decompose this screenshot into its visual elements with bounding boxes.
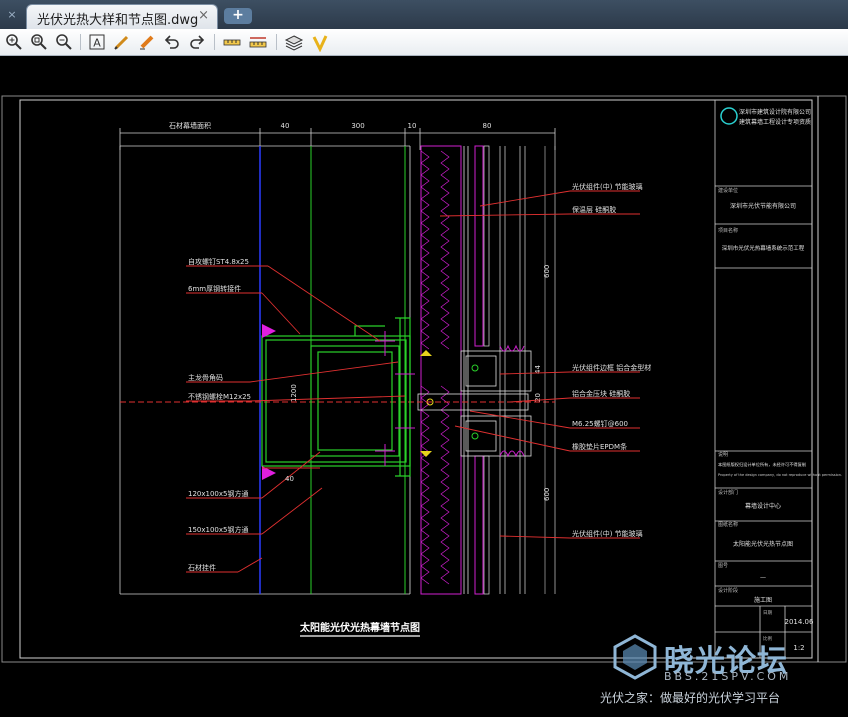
drawing-no: — [760, 574, 766, 581]
dept-label: 设计部门 [718, 489, 738, 496]
label-right: 光伏组件(中) 节能玻璃 [572, 182, 643, 191]
dim-label: 石材幕墙面积 [169, 121, 211, 130]
text-icon[interactable]: A [87, 32, 107, 52]
company-sub: 建筑幕墙工程设计专项资质 [739, 118, 811, 126]
measure-area-icon[interactable] [248, 32, 268, 52]
label-right: 铝合金压块 硅酮胶 [572, 389, 630, 398]
redo-icon[interactable] [187, 32, 207, 52]
label-left: 石材挂件 [188, 563, 216, 572]
dim-label: 10 [408, 122, 417, 130]
dim-label: 600 [543, 488, 551, 501]
tab-menu-icon[interactable]: × [4, 6, 20, 24]
label-left: 120x100x5钢方通 [188, 489, 248, 498]
note-en: Property of the design company, do not r… [718, 473, 842, 477]
tab-title: 光伏光热大样和节点图.dwg [37, 13, 199, 28]
label-left: 150x100x5钢方通 [188, 525, 248, 534]
outer-frame [1, 95, 847, 663]
tab-close-icon[interactable]: × [198, 8, 209, 23]
drawing-name-label: 图纸名称 [718, 521, 738, 528]
undo-icon[interactable] [162, 32, 182, 52]
label-left: 不锈钢螺栓M12x25 [188, 392, 251, 401]
toolbar-separator [80, 34, 81, 50]
measure-icon[interactable] [222, 32, 242, 52]
zoom-extents-icon[interactable] [4, 32, 24, 52]
highlighter-icon[interactable] [137, 32, 157, 52]
project-label: 项目名称 [718, 227, 738, 234]
drawing-title: 太阳能光伏光热幕墙节点图 [299, 621, 420, 634]
tab-bar: × 光伏光热大样和节点图.dwg × + [0, 0, 848, 29]
project: 深圳市光伏光热幕墙系统示范工程 [722, 244, 805, 252]
note: 本图纸版权归设计单位所有，未经许可不得复制 [718, 461, 806, 468]
label-right: 光伏组件边框 铝合金型材 [572, 363, 651, 372]
label-left: 主龙骨角码 [188, 373, 223, 382]
label-right: 橡胶垫片EPDM条 [572, 442, 627, 451]
layers-icon[interactable] [284, 32, 304, 52]
client-label: 建设单位 [718, 187, 738, 194]
date-label: 日期 [763, 610, 772, 616]
dim-label: 1200 [290, 384, 298, 402]
checkmark-icon[interactable] [310, 32, 330, 52]
zoom-window-icon[interactable] [29, 32, 49, 52]
client: 深圳市光伏节能有限公司 [730, 202, 796, 210]
dim-label: 40 [281, 122, 290, 130]
stage: 施工图 [754, 596, 772, 604]
label-right: M6.25螺钉@600 [572, 419, 628, 428]
label-left: 6mm厚钢转接件 [188, 284, 241, 293]
dim-label: 600 [543, 265, 551, 278]
drawing-name: 太阳能光伏光热节点图 [733, 540, 793, 548]
date: 2014.06 [785, 618, 814, 626]
toolbar: A [0, 29, 848, 56]
label-right: 光伏组件(中) 节能玻璃 [572, 529, 643, 538]
label-right: 保温层 硅酮胶 [572, 205, 616, 214]
pen-icon[interactable] [112, 32, 132, 52]
watermark-logo-icon [613, 634, 657, 680]
svg-text:A: A [93, 37, 101, 50]
stage-label: 设计阶段 [718, 587, 738, 594]
dept: 幕墙设计中心 [745, 502, 781, 510]
company-logo-icon [720, 107, 738, 125]
note-label: 说明 [718, 451, 728, 458]
toolbar-separator [214, 34, 215, 50]
dim-label: 300 [351, 122, 364, 130]
watermark-url: BBS.21SPV.COM [664, 670, 792, 683]
new-tab-button[interactable]: + [224, 8, 252, 24]
document-tab[interactable]: 光伏光热大样和节点图.dwg × [26, 4, 218, 29]
drawing-no-label: 图号 [718, 563, 728, 569]
dim-label: 40 [285, 475, 294, 483]
zoom-realtime-icon[interactable] [54, 32, 74, 52]
watermark-slogan: 光伏之家：做最好的光伏学习平台 [600, 691, 781, 705]
sheet-border [19, 99, 813, 659]
toolbar-separator [276, 34, 277, 50]
scale: 1:2 [793, 644, 804, 652]
dim-label: 80 [483, 122, 492, 130]
drawing-canvas[interactable]: 石材幕墙面积 40 300 10 80 自攻螺钉ST4.8x25 6mm厚钢转接… [0, 56, 848, 713]
label-left: 自攻螺钉ST4.8x25 [188, 257, 249, 266]
company-name: 深圳市建筑设计院有限公司 [739, 108, 811, 116]
